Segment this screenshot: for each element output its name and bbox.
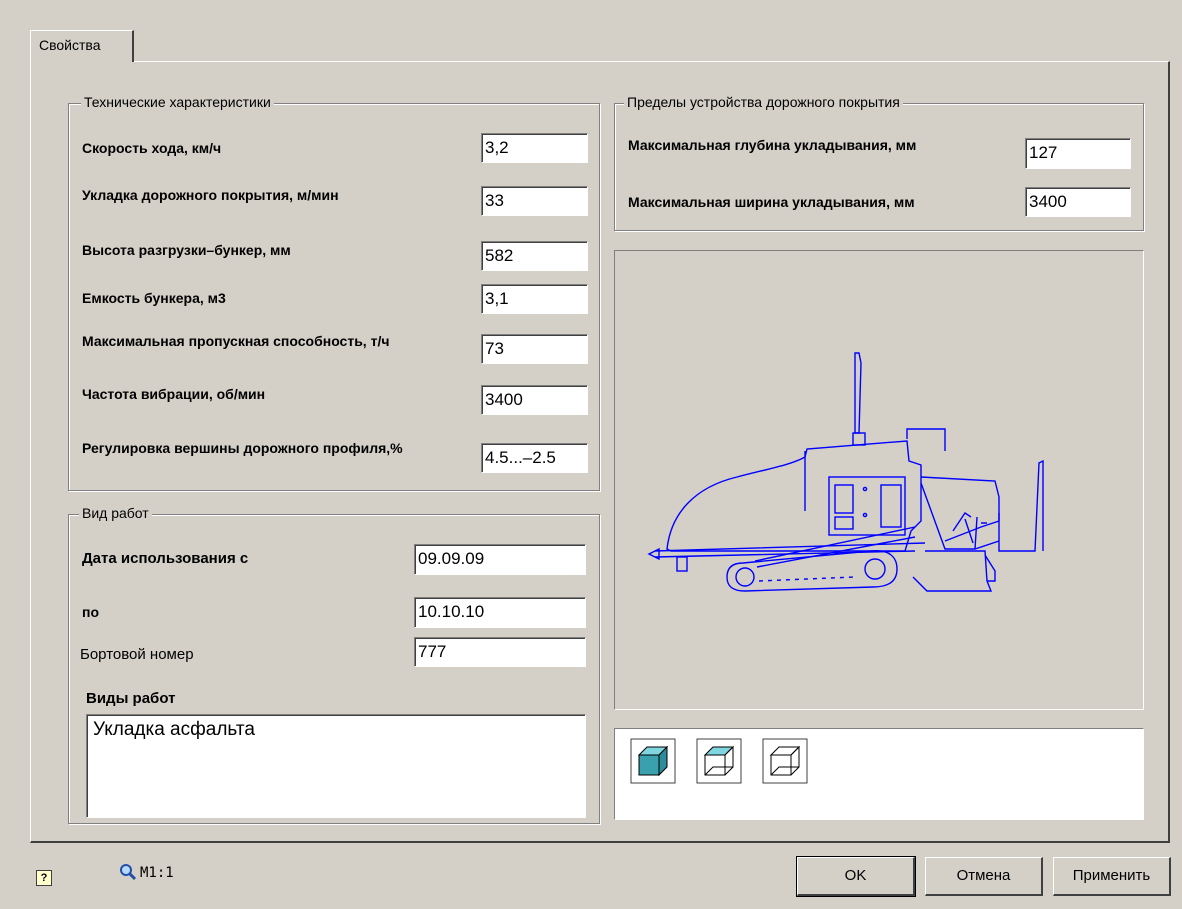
max-width-field[interactable]: 3400 [1025,187,1131,217]
hopper-capacity-field[interactable]: 3,1 [481,284,588,314]
speed-field[interactable]: 3,2 [481,133,588,163]
paving-rate-field[interactable]: 33 [481,186,588,216]
date-to-field[interactable]: 10.10.10 [414,597,586,628]
cancel-button[interactable]: Отмена [925,857,1043,896]
shaded-view-icon[interactable] [629,737,677,785]
board-number-label: Бортовой номер [80,646,194,663]
ok-button[interactable]: OK [796,856,916,897]
scale-label: M1:1 [140,865,174,881]
max-throughput-label: Максимальная пропускная способность, т/ч [82,333,390,349]
view-mode-bar [614,728,1144,820]
unload-height-field[interactable]: 582 [481,241,588,271]
date-from-label: Дата использования с [82,550,249,567]
speed-label: Скорость хода, км/ч [82,140,222,156]
asphalt-paver-drawing [647,352,1044,592]
max-width-label: Максимальная ширина укладывания, мм [628,194,915,210]
tech-specs-legend: Технические характеристики [81,94,274,110]
apply-button[interactable]: Применить [1053,857,1171,896]
max-depth-field[interactable]: 127 [1025,138,1131,169]
wireframe-view-icon[interactable] [761,737,809,785]
date-to-label: по [82,604,100,620]
board-number-field[interactable]: 777 [414,637,586,667]
date-from-field[interactable]: 09.09.09 [414,544,586,575]
top-shaded-view-icon[interactable] [695,737,743,785]
equipment-preview [614,250,1144,710]
vibration-frequency-label: Частота вибрации, об/мин [82,386,266,402]
crown-adjust-field[interactable]: 4.5...–2.5 [481,443,588,473]
unload-height-label: Высота разгрузки–бункер, мм [82,242,291,258]
tab-properties[interactable]: Свойства [30,30,134,62]
crown-adjust-label: Регулировка вершины дорожного профиля,% [82,440,403,456]
max-throughput-field[interactable]: 73 [481,334,588,364]
work-types-label: Виды работ [86,690,176,707]
help-icon[interactable]: ? [36,870,52,886]
work-type-legend: Вид работ [79,505,152,521]
max-depth-label: Максимальная глубина укладывания, мм [628,137,917,153]
vibration-frequency-field[interactable]: 3400 [481,385,588,415]
work-types-textarea[interactable]: Укладка асфальта [86,714,586,818]
paving-limits-legend: Пределы устройства дорожного покрытия [624,94,903,110]
magnifier-icon [120,864,137,881]
paving-rate-label: Укладка дорожного покрытия, м/мин [82,187,339,203]
hopper-capacity-label: Емкость бункера, м3 [82,290,226,306]
